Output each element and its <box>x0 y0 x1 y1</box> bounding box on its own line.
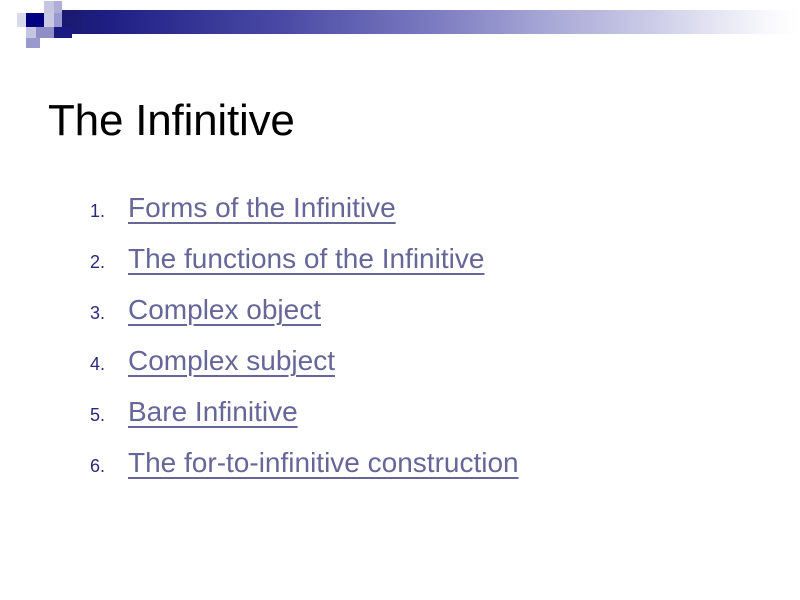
square-medium-blue <box>36 27 54 38</box>
square-periwinkle-mid <box>54 13 62 27</box>
list-item: 5. Bare Infinitive <box>88 398 800 449</box>
list-item-link[interactable]: The functions of the Infinitive <box>128 245 484 273</box>
list-item-number: 2. <box>90 252 106 272</box>
list-item-link[interactable]: Bare Infinitive <box>128 398 298 426</box>
square-pale-lavender-b <box>44 1 54 13</box>
square-pale-lavender-a <box>17 13 26 27</box>
list-item-link[interactable]: The for-to-infinitive construction <box>128 449 519 477</box>
list-item: 1. Forms of the Infinitive <box>88 194 800 245</box>
list-item: 4. Complex subject <box>88 347 800 398</box>
square-soft-violet <box>26 38 40 48</box>
list-item-link[interactable]: Forms of the Infinitive <box>128 194 396 222</box>
gradient-bar <box>62 10 800 34</box>
list-item: 3. Complex object <box>88 296 800 347</box>
square-dark-navy <box>26 13 44 27</box>
infinitive-topics-list: 1. Forms of the Infinitive 2. The functions… <box>48 194 800 500</box>
square-lavender-low <box>26 27 36 38</box>
list-item-number: 4. <box>90 354 106 374</box>
square-light-periwinkle <box>44 13 54 27</box>
list-item-number: 6. <box>90 456 106 476</box>
square-periwinkle-top <box>54 1 62 13</box>
presentation-slide: The Infinitive 1. Forms of the Infinitive… <box>0 0 800 600</box>
list-item: 6. The for-to-infinitive construction <box>88 449 800 500</box>
square-navy-low <box>54 27 72 38</box>
list-item-number: 5. <box>90 405 106 425</box>
list-item-link[interactable]: Complex subject <box>128 347 335 375</box>
list-item: 2. The functions of the Infinitive <box>88 245 800 296</box>
list-item-link[interactable]: Complex object <box>128 296 321 324</box>
list-item-number: 1. <box>90 201 106 221</box>
page-title: The Infinitive <box>48 96 295 146</box>
slide-header-decoration <box>0 0 800 50</box>
list-item-number: 3. <box>90 303 106 323</box>
